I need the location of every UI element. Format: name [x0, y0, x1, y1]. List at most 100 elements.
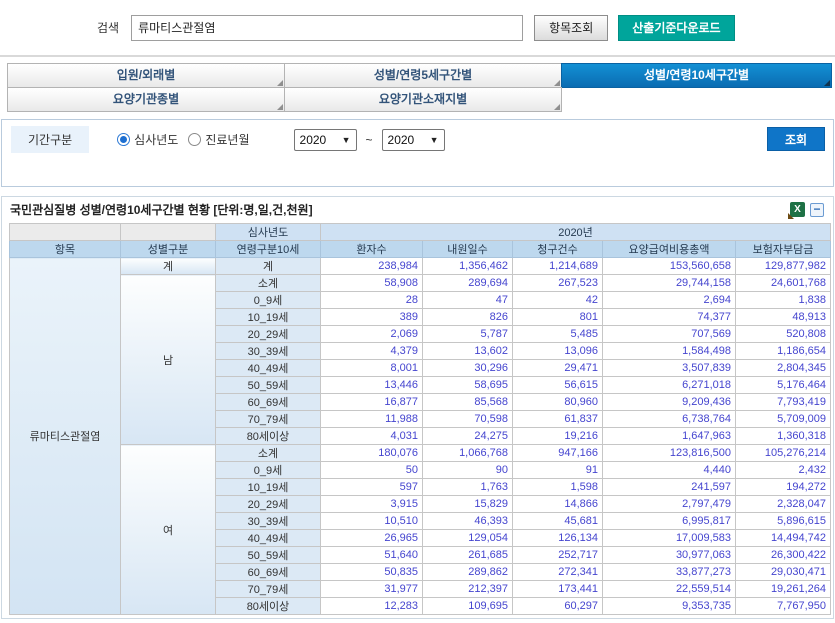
value-cell: 2,797,479 [603, 496, 736, 513]
value-cell: 597 [321, 479, 423, 496]
value-cell: 33,877,273 [603, 564, 736, 581]
value-cell: 1,066,768 [423, 445, 513, 462]
period-radio-group: 심사년도 진료년월 [117, 131, 259, 148]
value-cell: 42 [513, 292, 603, 309]
tab-성별/연령5세구간별[interactable]: 성별/연령5세구간별 [284, 63, 562, 88]
age-cell: 50_59세 [216, 377, 321, 394]
value-cell: 6,271,018 [603, 377, 736, 394]
radio-심사년도[interactable]: 심사년도 [117, 131, 178, 148]
header-row-2: 항목 성별구분 연령구분10세 환자수 내원일수 청구건수 요양급여비용총액 보… [10, 241, 831, 258]
value-cell: 45,681 [513, 513, 603, 530]
query-button[interactable]: 조회 [767, 127, 825, 151]
value-cell: 51,640 [321, 547, 423, 564]
value-cell: 46,393 [423, 513, 513, 530]
value-cell: 29,471 [513, 360, 603, 377]
period-type-label: 기간구분 [11, 126, 89, 153]
value-cell: 16,877 [321, 394, 423, 411]
value-cell: 1,360,318 [736, 428, 831, 445]
value-cell: 50,835 [321, 564, 423, 581]
value-cell: 105,276,214 [736, 445, 831, 462]
age-cell: 20_29세 [216, 496, 321, 513]
collapse-icon[interactable]: − [810, 203, 824, 217]
age-cell: 10_19세 [216, 309, 321, 326]
table-row: 남소계58,908289,694267,52329,744,15824,601,… [10, 275, 831, 292]
col-header-age-group: 연령구분10세 [216, 241, 321, 258]
year-to-select[interactable]: 2020 ▼ [382, 129, 445, 151]
value-cell: 70,598 [423, 411, 513, 428]
value-cell: 60,297 [513, 598, 603, 615]
value-cell: 26,965 [321, 530, 423, 547]
value-cell: 129,054 [423, 530, 513, 547]
value-cell: 5,485 [513, 326, 603, 343]
value-cell: 58,695 [423, 377, 513, 394]
value-cell: 238,984 [321, 258, 423, 275]
radio-진료년월[interactable]: 진료년월 [188, 131, 249, 148]
value-cell: 1,647,963 [603, 428, 736, 445]
value-cell: 90 [423, 462, 513, 479]
value-cell: 126,134 [513, 530, 603, 547]
period-filter-panel: 기간구분 심사년도진료년월 2020 ▼ ~ 2020 ▼ 조회 [1, 119, 834, 187]
gender-cell: 남 [121, 275, 216, 445]
year-from-value: 2020 [300, 133, 327, 147]
table-titlebar: 국민관심질병 성별/연령10세구간별 현황 [단위:명,일,건,천원] X − [2, 197, 833, 222]
tab-요양기관소재지별[interactable]: 요양기관소재지별 [284, 87, 562, 112]
item-lookup-button[interactable]: 항목조회 [534, 15, 608, 41]
col-header-item: 항목 [10, 241, 121, 258]
col-header-visit-days: 내원일수 [423, 241, 513, 258]
value-cell: 1,598 [513, 479, 603, 496]
age-cell: 80세이상 [216, 428, 321, 445]
value-cell: 212,397 [423, 581, 513, 598]
value-cell: 4,440 [603, 462, 736, 479]
value-cell: 30,977,063 [603, 547, 736, 564]
search-bar: 검색 항목조회 산출기준다운로드 [0, 0, 835, 57]
value-cell: 13,446 [321, 377, 423, 394]
radio-unselected-icon[interactable] [188, 133, 201, 146]
tab-fold-icon [277, 104, 283, 110]
item-cell: 류마티스관절염 [10, 258, 121, 615]
age-cell: 40_49세 [216, 530, 321, 547]
age-cell: 80세이상 [216, 598, 321, 615]
value-cell: 241,597 [603, 479, 736, 496]
tab-요양기관종별[interactable]: 요양기관종별 [7, 87, 285, 112]
year-from-select[interactable]: 2020 ▼ [294, 129, 357, 151]
result-table-panel: 국민관심질병 성별/연령10세구간별 현황 [단위:명,일,건,천원] X − … [1, 196, 834, 619]
value-cell: 123,816,500 [603, 445, 736, 462]
value-cell: 252,717 [513, 547, 603, 564]
value-cell: 1,214,689 [513, 258, 603, 275]
value-cell: 1,763 [423, 479, 513, 496]
search-input[interactable] [131, 15, 523, 41]
value-cell: 272,341 [513, 564, 603, 581]
age-cell: 30_39세 [216, 343, 321, 360]
value-cell: 19,216 [513, 428, 603, 445]
radio-label: 진료년월 [205, 131, 249, 148]
value-cell: 14,866 [513, 496, 603, 513]
age-cell: 50_59세 [216, 547, 321, 564]
value-cell: 13,602 [423, 343, 513, 360]
value-cell: 180,076 [321, 445, 423, 462]
age-cell: 20_29세 [216, 326, 321, 343]
excel-download-icon[interactable]: X [790, 202, 805, 217]
col-header-claims: 청구건수 [513, 241, 603, 258]
value-cell: 91 [513, 462, 603, 479]
value-cell: 5,709,009 [736, 411, 831, 428]
value-cell: 261,685 [423, 547, 513, 564]
table-title: 국민관심질병 성별/연령10세구간별 현황 [단위:명,일,건,천원] [10, 201, 790, 218]
value-cell: 22,559,514 [603, 581, 736, 598]
value-cell: 56,615 [513, 377, 603, 394]
gender-cell: 계 [121, 258, 216, 275]
tab-성별/연령10세구간별[interactable]: 성별/연령10세구간별 [561, 63, 832, 88]
age-cell: 70_79세 [216, 411, 321, 428]
value-cell: 13,096 [513, 343, 603, 360]
header-row-1: 심사년도 2020년 [10, 224, 831, 241]
value-cell: 2,432 [736, 462, 831, 479]
value-cell: 1,356,462 [423, 258, 513, 275]
value-cell: 1,838 [736, 292, 831, 309]
radio-selected-icon[interactable] [117, 133, 130, 146]
tab-입원/외래별[interactable]: 입원/외래별 [7, 63, 285, 88]
value-cell: 173,441 [513, 581, 603, 598]
age-cell: 70_79세 [216, 581, 321, 598]
criteria-download-button[interactable]: 산출기준다운로드 [618, 15, 734, 41]
age-cell: 40_49세 [216, 360, 321, 377]
value-cell: 826 [423, 309, 513, 326]
value-cell: 31,977 [321, 581, 423, 598]
